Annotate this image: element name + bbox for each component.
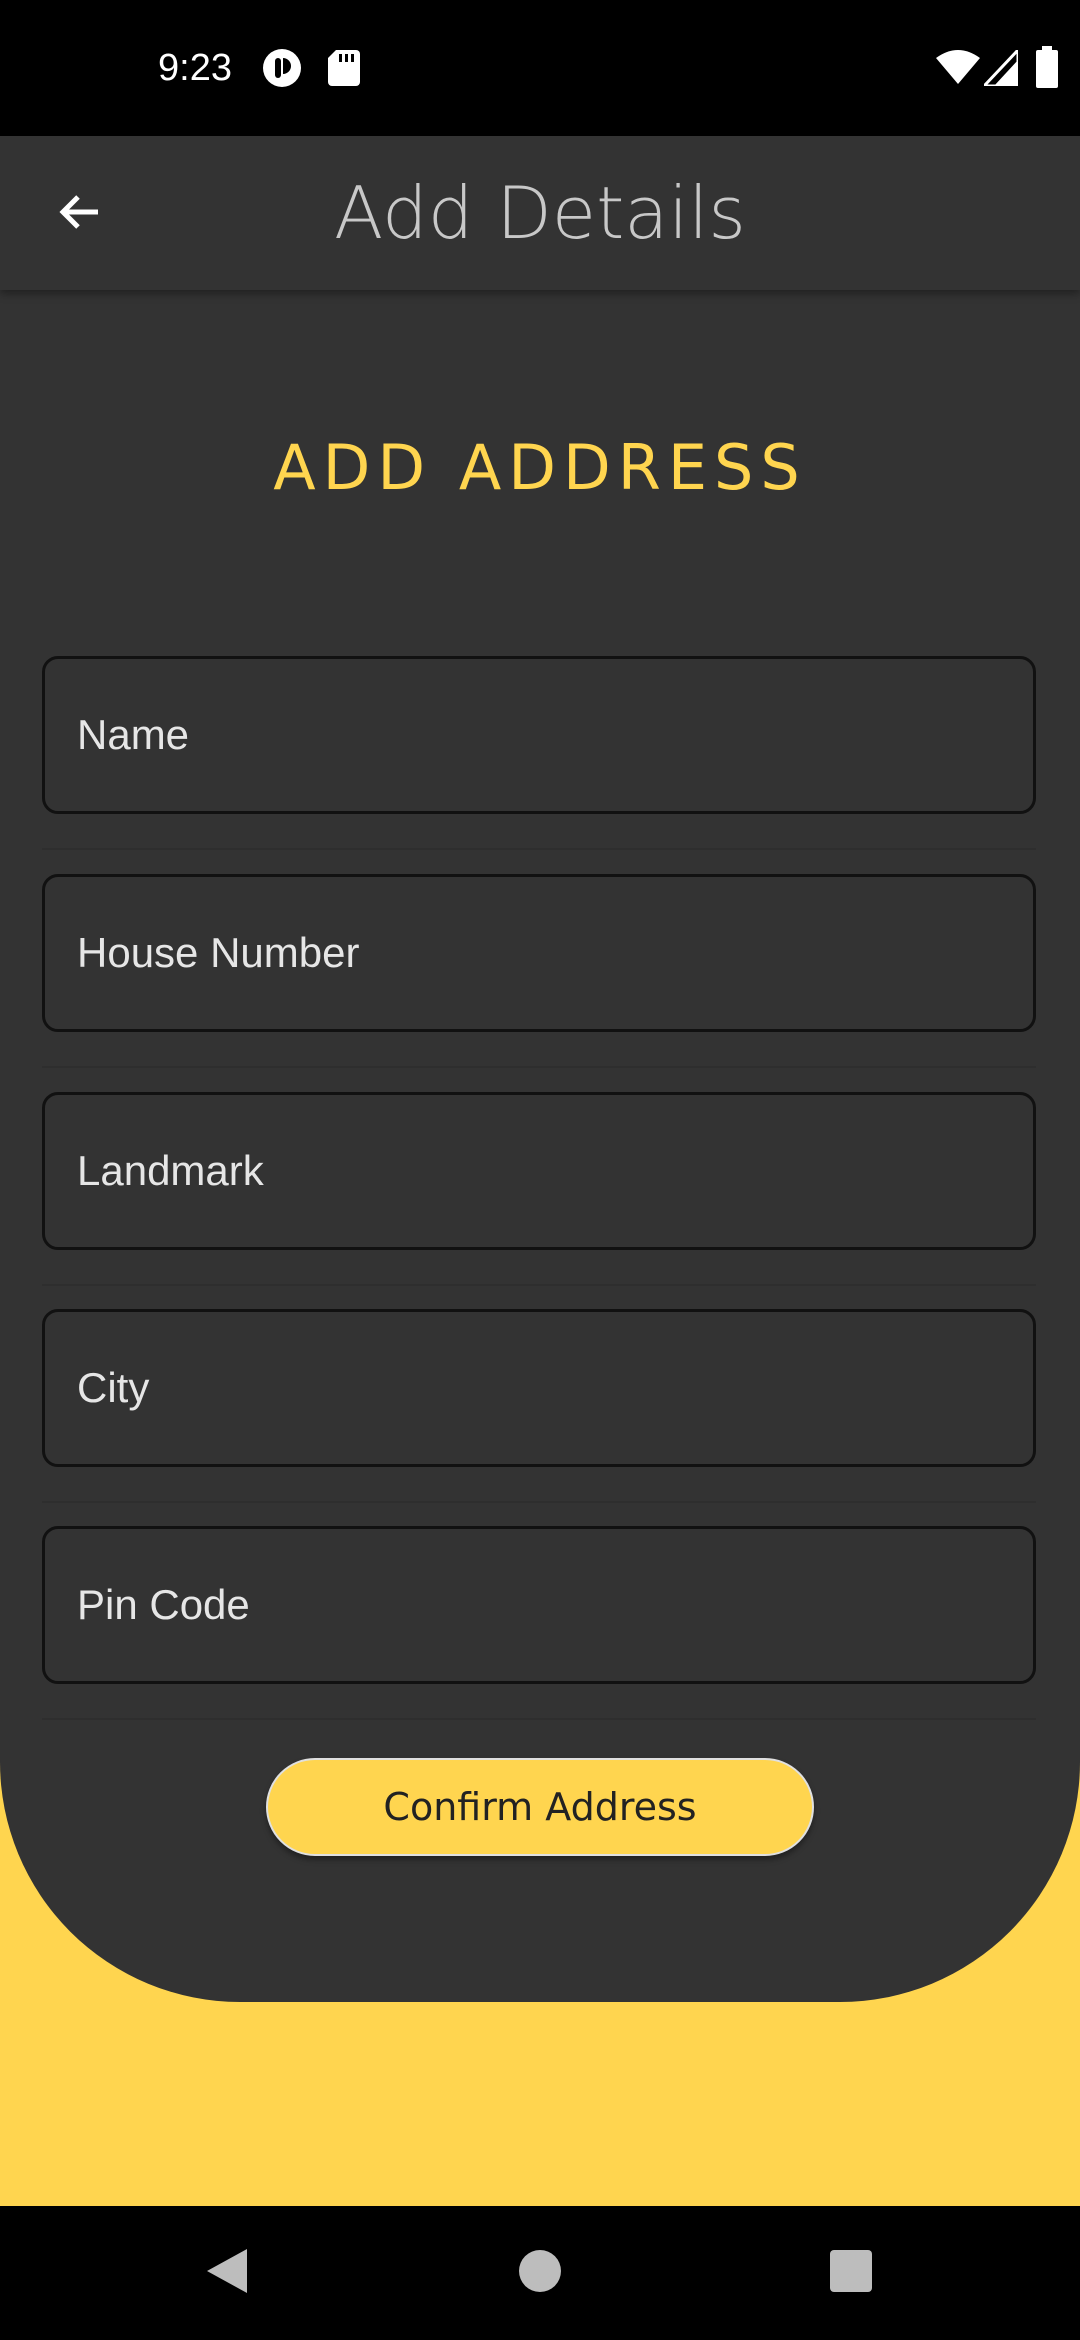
divider — [42, 848, 1036, 850]
nav-back-button[interactable] — [182, 2228, 272, 2318]
landmark-input[interactable] — [45, 1095, 1033, 1247]
divider — [42, 1501, 1036, 1503]
divider — [42, 1718, 1036, 1720]
cell-signal-icon — [980, 46, 1020, 90]
back-triangle-icon — [205, 2247, 249, 2299]
home-circle-icon — [518, 2249, 562, 2297]
wifi-icon — [936, 50, 980, 90]
screen: 9:23 Add Details ADD ADDRESS Name House … — [0, 0, 1080, 2340]
status-time: 9:23 — [158, 47, 232, 89]
section-heading: ADD ADDRESS — [273, 431, 807, 504]
divider — [42, 1284, 1036, 1286]
city-input[interactable] — [45, 1312, 1033, 1464]
navigation-bar — [0, 2206, 1080, 2340]
name-input[interactable] — [45, 659, 1033, 811]
confirm-address-button[interactable]: Confirm Address — [266, 1758, 814, 1856]
status-bar: 9:23 — [0, 0, 1080, 136]
house-number-input[interactable] — [45, 877, 1033, 1029]
app-bar: Add Details — [0, 136, 1080, 290]
page-title: Add Details — [334, 171, 746, 255]
landmark-field[interactable] — [42, 1092, 1036, 1250]
pin-code-input[interactable] — [45, 1529, 1033, 1681]
nav-home-button[interactable] — [495, 2228, 585, 2318]
pin-code-field[interactable] — [42, 1526, 1036, 1684]
city-field[interactable] — [42, 1309, 1036, 1467]
sd-card-icon — [328, 50, 360, 90]
house-number-field[interactable] — [42, 874, 1036, 1032]
podcast-app-icon — [262, 48, 302, 92]
recents-square-icon — [829, 2249, 873, 2297]
divider — [42, 1066, 1036, 1068]
battery-icon — [1036, 46, 1058, 92]
address-form-card: ADD ADDRESS Confirm Address — [0, 290, 1080, 2002]
name-field[interactable] — [42, 656, 1036, 814]
nav-recents-button[interactable] — [806, 2228, 896, 2318]
